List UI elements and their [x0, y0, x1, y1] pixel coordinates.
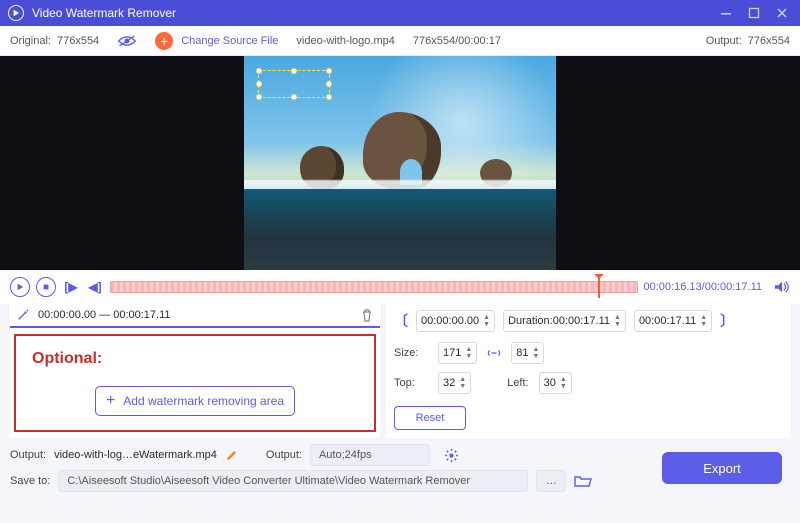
range-end-input[interactable]: 00:00:17.11 ▲▼	[634, 310, 712, 332]
output-settings-icon[interactable]	[444, 448, 459, 463]
timeline[interactable]	[110, 276, 638, 298]
spin-icon[interactable]: ▲▼	[560, 376, 567, 390]
output-label: Output:	[10, 449, 46, 461]
left-value: 30	[544, 377, 556, 389]
range-start-bracket-icon[interactable]: 〔	[394, 311, 408, 331]
top-value: 32	[443, 377, 455, 389]
output-dim-label: Output:	[706, 35, 742, 47]
add-watermark-area-button[interactable]: + Add watermark removing area	[95, 386, 295, 416]
range-start-value: 00:00:00.00	[421, 315, 479, 327]
spin-icon[interactable]: ▲▼	[465, 346, 472, 360]
change-source-label: Change Source File	[181, 35, 278, 47]
position-row: Top: 32 ▲▼ Left: 30 ▲▼	[386, 368, 790, 398]
spin-icon[interactable]: ▲▼	[700, 314, 707, 328]
original-dimensions: Original: 776x554	[10, 35, 99, 47]
video-preview[interactable]	[0, 56, 800, 270]
size-width-value: 171	[443, 347, 461, 359]
output-format-select[interactable]: Auto;24fps	[310, 444, 430, 466]
output-format-value: Auto;24fps	[319, 449, 372, 461]
browse-button[interactable]: …	[536, 470, 566, 492]
properties-panel: 〔 00:00:00.00 ▲▼ Duration:00:00:17.11 ▲▼…	[386, 304, 790, 438]
optional-callout: Optional: + Add watermark removing area	[14, 334, 376, 432]
size-width-input[interactable]: 171 ▲▼	[438, 342, 477, 364]
mark-in-button[interactable]: [▶	[62, 278, 80, 296]
segment-row[interactable]: 00:00:00.00 — 00:00:17.11	[10, 304, 380, 328]
top-input[interactable]: 32 ▲▼	[438, 372, 471, 394]
top-info-bar: Original: 776x554 + Change Source File v…	[0, 26, 800, 56]
range-start-input[interactable]: 00:00:00.00 ▲▼	[416, 310, 495, 332]
original-label: Original:	[10, 35, 51, 47]
output-format-label: Output:	[266, 449, 302, 461]
optional-title: Optional:	[32, 350, 364, 368]
preview-toggle-icon[interactable]	[117, 34, 137, 48]
save-path-value: C:\Aiseesoft Studio\Aiseesoft Video Conv…	[67, 475, 470, 487]
playhead[interactable]	[598, 276, 600, 298]
left-input[interactable]: 30 ▲▼	[539, 372, 572, 394]
app-icon	[8, 5, 24, 21]
save-path-display: C:\Aiseesoft Studio\Aiseesoft Video Conv…	[58, 470, 528, 492]
spin-icon[interactable]: ▲▼	[459, 376, 466, 390]
output-filename: video-with-log…eWatermark.mp4	[54, 449, 217, 461]
time-total: 00:00:17.11	[705, 281, 762, 293]
range-end-value: 00:00:17.11	[639, 315, 696, 327]
top-label: Top:	[394, 377, 428, 389]
title-bar: Video Watermark Remover	[0, 0, 800, 26]
source-info: 776x554/00:00:17	[413, 35, 501, 47]
watermark-selection-box[interactable]	[258, 70, 330, 98]
output-dimensions: Output: 776x554	[706, 35, 790, 47]
time-readout: 00:00:16.13/00:00:17.11	[644, 281, 762, 293]
plus-icon: +	[106, 393, 115, 409]
duration-value: 00:00:17.11	[553, 315, 610, 327]
spin-icon[interactable]: ▲▼	[483, 314, 490, 328]
duration-input[interactable]: Duration:00:00:17.11 ▲▼	[503, 310, 626, 332]
transport-bar: [▶ ◀] 00:00:16.13/00:00:17.11	[0, 270, 800, 304]
preview-canvas	[244, 56, 556, 270]
rename-icon[interactable]	[225, 449, 238, 462]
maximize-button[interactable]	[744, 3, 764, 23]
change-source-button[interactable]: + Change Source File	[155, 32, 278, 50]
export-button[interactable]: Export	[662, 452, 782, 484]
volume-icon[interactable]	[774, 280, 790, 294]
stop-button[interactable]	[36, 277, 56, 297]
save-to-label: Save to:	[10, 475, 50, 487]
plus-icon: +	[155, 32, 173, 50]
output-dim-value: 776x554	[748, 35, 790, 47]
size-height-input[interactable]: 81 ▲▼	[511, 342, 544, 364]
left-label: Left:	[507, 377, 528, 389]
reset-button[interactable]: Reset	[394, 406, 466, 430]
close-button[interactable]	[772, 3, 792, 23]
play-button[interactable]	[10, 277, 30, 297]
size-row: Size: 171 ▲▼ 81 ▲▼	[386, 338, 790, 368]
mark-out-button[interactable]: ◀]	[86, 278, 104, 296]
app-title: Video Watermark Remover	[32, 6, 176, 20]
link-aspect-icon[interactable]	[487, 347, 501, 359]
footer: Output: video-with-log…eWatermark.mp4 Ou…	[0, 438, 800, 498]
time-range-row: 〔 00:00:00.00 ▲▼ Duration:00:00:17.11 ▲▼…	[386, 304, 790, 338]
spin-icon[interactable]: ▲▼	[533, 346, 540, 360]
time-current: 00:00:16.13	[644, 281, 702, 293]
delete-segment-icon[interactable]	[360, 308, 374, 322]
segments-panel: 00:00:00.00 — 00:00:17.11 Optional: + Ad…	[10, 304, 380, 438]
range-end-bracket-icon[interactable]: 〕	[720, 311, 734, 331]
size-height-value: 81	[516, 347, 528, 359]
source-filename: video-with-logo.mp4	[296, 35, 394, 47]
duration-label: Duration:	[508, 315, 553, 327]
size-label: Size:	[394, 347, 428, 359]
add-button-label: Add watermark removing area	[123, 394, 284, 408]
wand-icon	[16, 308, 30, 322]
original-value: 776x554	[57, 35, 99, 47]
minimize-button[interactable]	[716, 3, 736, 23]
open-folder-icon[interactable]	[574, 474, 592, 488]
segment-range: 00:00:00.00 — 00:00:17.11	[38, 309, 171, 321]
spin-icon[interactable]: ▲▼	[614, 314, 621, 328]
